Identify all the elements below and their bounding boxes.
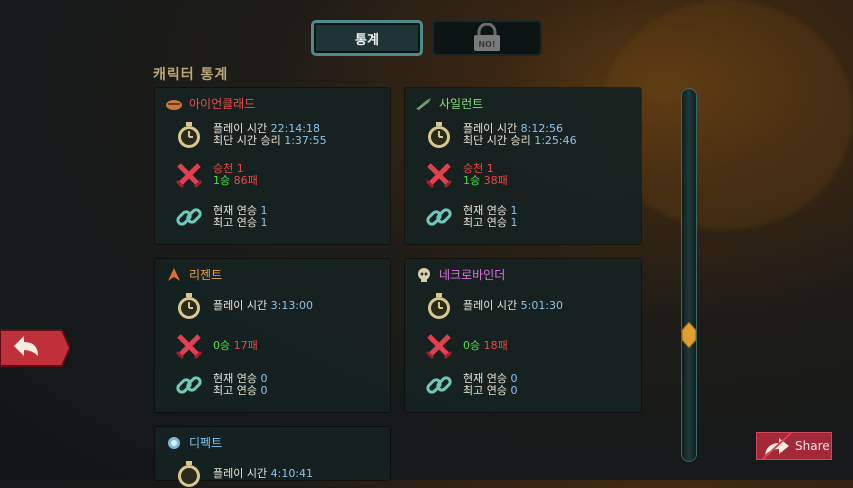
- chain-link-icon: [426, 208, 452, 226]
- playtime-row: 플레이 시간 8:12:56 최단 시간 승리 1:25:46: [425, 121, 577, 149]
- streak-row: 현재 연승 0 최고 연승 0: [425, 371, 517, 399]
- crossed-swords-icon: [175, 334, 203, 360]
- share-button[interactable]: Share: [756, 432, 832, 460]
- record-row: 승천 1 1승 86패: [175, 161, 258, 189]
- tab-stats[interactable]: 통계: [311, 20, 423, 56]
- card-header: 아이언클래드: [165, 95, 255, 112]
- chain-link-icon: [176, 208, 202, 226]
- share-label: Share: [795, 439, 830, 453]
- chain-link-icon: [426, 376, 452, 394]
- padlock-icon: NO!: [474, 23, 500, 51]
- playtime-row: 플레이 시간 4:10:41: [175, 460, 313, 488]
- streak-row: 현재 연승 1 최고 연승 1: [425, 203, 517, 231]
- crossed-swords-icon: [425, 163, 453, 189]
- character-name: 디펙트: [189, 436, 223, 450]
- best-streak-value: 1: [510, 216, 518, 229]
- best-streak-label: 최고 연승: [213, 216, 257, 229]
- ironclad-helmet-icon: [166, 99, 182, 110]
- streak-row: 현재 연승 1 최고 연승 1: [175, 203, 267, 231]
- character-card-silent: 사일런트 플레이 시간 8:12:56 최단 시간 승리 1:25:46 승천 …: [405, 88, 641, 244]
- fastest-label: 최단 시간 승리: [463, 134, 531, 147]
- playtime-row: 플레이 시간 3:13:00: [175, 292, 313, 320]
- best-streak-label: 최고 연승: [463, 216, 507, 229]
- wins-value: 1승: [463, 174, 481, 187]
- character-card-defect: 디펙트 플레이 시간 4:10:41: [155, 427, 390, 487]
- playtime-label: 플레이 시간: [213, 299, 268, 312]
- best-streak-value: 0: [260, 384, 268, 397]
- playtime-row: 플레이 시간 5:01:30: [425, 292, 563, 320]
- losses-value: 18패: [483, 339, 508, 352]
- best-streak-label: 최고 연승: [463, 384, 507, 397]
- playtime-row: 플레이 시간 22:14:18 최단 시간 승리 1:37:55: [175, 121, 327, 149]
- stopwatch-icon: [178, 461, 200, 487]
- fastest-label: 최단 시간 승리: [213, 134, 281, 147]
- record-row: 0승 18패: [425, 332, 508, 360]
- stopwatch-icon: [428, 122, 450, 148]
- character-card-regent: 리젠트 플레이 시간 3:13:00 0승 17패 현재 연승 0 최고 연승 …: [155, 259, 390, 412]
- tab-stats-label: 통계: [355, 32, 379, 48]
- character-name: 리젠트: [189, 268, 223, 282]
- wins-value: 0승: [213, 339, 231, 352]
- regent-crown-icon: [168, 267, 180, 281]
- crossed-swords-icon: [175, 163, 203, 189]
- defect-orb-icon: [168, 436, 180, 449]
- wins-value: 0승: [463, 339, 481, 352]
- losses-value: 17패: [233, 339, 258, 352]
- character-name: 아이언클래드: [189, 97, 256, 111]
- necrobinder-skull-icon: [418, 267, 430, 282]
- best-streak-value: 0: [510, 384, 518, 397]
- playtime-value: 3:13:00: [270, 299, 314, 312]
- best-streak-value: 1: [260, 216, 268, 229]
- card-header: 디펙트: [165, 434, 222, 451]
- card-header: 사일런트: [415, 95, 483, 112]
- share-arrow-icon: [762, 433, 792, 459]
- card-header: 리젠트: [165, 266, 222, 283]
- section-title: 캐릭터 통계: [153, 67, 229, 83]
- playtime-value: 5:01:30: [520, 299, 564, 312]
- playtime-label: 플레이 시간: [213, 467, 268, 480]
- losses-value: 86패: [233, 174, 258, 187]
- losses-value: 38패: [483, 174, 508, 187]
- fastest-value: 1:25:46: [534, 134, 577, 147]
- record-row: 0승 17패: [175, 332, 258, 360]
- tab-locked[interactable]: NO!: [432, 20, 542, 56]
- card-header: 네크로바인더: [415, 266, 505, 283]
- character-name: 네크로바인더: [439, 268, 506, 282]
- locked-badge: NO!: [478, 40, 495, 49]
- back-button[interactable]: [0, 326, 70, 370]
- stopwatch-icon: [178, 122, 200, 148]
- character-name: 사일런트: [439, 97, 484, 111]
- stopwatch-icon: [428, 293, 450, 319]
- stopwatch-icon: [178, 293, 200, 319]
- scrollbar-thumb[interactable]: [682, 322, 696, 348]
- playtime-label: 플레이 시간: [463, 299, 518, 312]
- playtime-value: 4:10:41: [270, 467, 314, 480]
- character-card-necrobinder: 네크로바인더 플레이 시간 5:01:30 0승 18패 현재 연승 0 최고 …: [405, 259, 641, 412]
- crossed-swords-icon: [425, 334, 453, 360]
- character-card-ironclad: 아이언클래드 플레이 시간 22:14:18 최단 시간 승리 1:37:55 …: [155, 88, 390, 244]
- scrollbar-track[interactable]: [681, 88, 697, 462]
- best-streak-label: 최고 연승: [213, 384, 257, 397]
- wins-value: 1승: [213, 174, 231, 187]
- silent-dagger-icon: [416, 97, 431, 110]
- chain-link-icon: [176, 376, 202, 394]
- fastest-value: 1:37:55: [284, 134, 327, 147]
- streak-row: 현재 연승 0 최고 연승 0: [175, 371, 267, 399]
- record-row: 승천 1 1승 38패: [425, 161, 508, 189]
